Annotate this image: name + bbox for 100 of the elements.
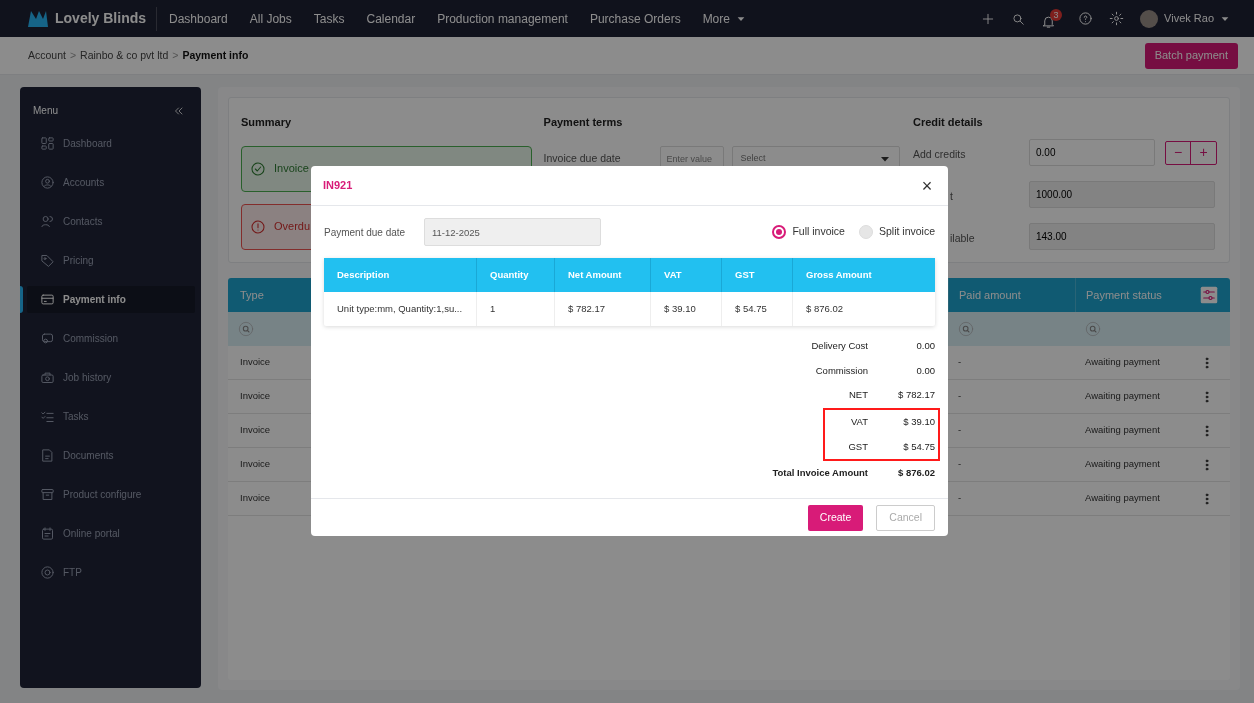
total-label: Commission bbox=[814, 363, 868, 378]
column-header: Type bbox=[239, 287, 265, 303]
sidebar-item[interactable]: Accounts bbox=[27, 169, 195, 196]
calendar-icon bbox=[40, 526, 55, 541]
checklist-icon bbox=[40, 409, 55, 424]
breadcrumb-link[interactable]: Rainbo & co pvt ltd bbox=[80, 47, 169, 64]
radio-option[interactable]: Full invoice bbox=[772, 224, 845, 240]
cancel-button[interactable]: Cancel bbox=[876, 504, 935, 531]
sidebar-item[interactable]: Commission bbox=[27, 325, 195, 352]
table-cell-text: - bbox=[957, 423, 963, 438]
credit-input[interactable]: 1000.00 bbox=[1029, 181, 1215, 208]
check-circle-icon bbox=[250, 160, 266, 177]
nav-link[interactable]: All Jobs bbox=[249, 9, 292, 28]
table-cell-text: Awaiting payment bbox=[1084, 389, 1161, 404]
plus-button[interactable]: + bbox=[1191, 141, 1216, 164]
breadcrumb-link[interactable]: Account bbox=[28, 47, 66, 64]
table-cell-text: Awaiting payment bbox=[1084, 423, 1161, 438]
sidebar-item[interactable]: Product configure bbox=[27, 481, 195, 508]
bell-icon bbox=[1041, 13, 1057, 29]
nav-link[interactable]: Purchase Orders bbox=[589, 9, 681, 28]
breadcrumb-separator: > bbox=[69, 47, 77, 63]
filter-icon[interactable] bbox=[1200, 286, 1218, 304]
table-cell-text: Invoice bbox=[239, 389, 272, 404]
table-cell-text: Invoice bbox=[239, 423, 272, 438]
field-label: Invoice due date bbox=[543, 150, 622, 166]
total-value: $ 876.02 bbox=[897, 466, 935, 481]
close-button[interactable]: × bbox=[918, 176, 936, 195]
nav-link[interactable]: Production management bbox=[437, 9, 568, 28]
dialog-title: IN921 bbox=[323, 178, 353, 194]
date-input[interactable]: 11-12-2025 bbox=[424, 218, 601, 246]
minus-button[interactable]: − bbox=[1166, 141, 1191, 164]
credit-input[interactable]: 0.00 bbox=[1029, 139, 1155, 166]
table-cell-text: Unit type:mm, Quantity:1,su... bbox=[336, 301, 464, 316]
nav-link[interactable]: Dashboard bbox=[169, 9, 228, 28]
section-title: Credit details bbox=[913, 115, 984, 130]
sidebar-item[interactable]: Pricing bbox=[27, 247, 195, 274]
active-indicator bbox=[20, 286, 23, 313]
table-cell-text: Invoice bbox=[239, 457, 272, 472]
credit-input[interactable]: 143.00 bbox=[1029, 223, 1215, 250]
table-cell-text: Awaiting payment bbox=[1084, 457, 1161, 472]
column-header: Gross Amount bbox=[792, 258, 935, 292]
sidebar-item[interactable]: Online portal bbox=[27, 520, 195, 547]
nav-link[interactable]: Tasks bbox=[313, 9, 345, 28]
table-cell-text: Awaiting payment bbox=[1084, 355, 1161, 370]
brand-name[interactable]: Lovely Blinds bbox=[55, 8, 147, 29]
more-menu[interactable]: More bbox=[702, 9, 746, 28]
column-header: VAT bbox=[650, 258, 721, 292]
breadcrumb-current: Payment info bbox=[182, 47, 249, 63]
sidebar-item[interactable]: Job history bbox=[27, 364, 195, 391]
user-menu[interactable]: Vivek Rao bbox=[1140, 9, 1230, 28]
radio-button[interactable] bbox=[772, 225, 787, 239]
field-label: Add credits bbox=[913, 147, 966, 160]
sidebar-title: Menu bbox=[33, 104, 58, 118]
column-header: Description bbox=[336, 267, 391, 282]
table-cell-text: Invoice bbox=[239, 491, 272, 506]
total-label: VAT bbox=[849, 414, 868, 429]
target-icon bbox=[40, 565, 55, 580]
search-icon[interactable] bbox=[1011, 11, 1026, 26]
table-cell: $ 54.75 bbox=[721, 292, 792, 326]
table-cell-text: - bbox=[957, 457, 963, 472]
notification-button[interactable]: 3 bbox=[1041, 8, 1063, 29]
avatar bbox=[1140, 9, 1159, 28]
field-label: Payment due date bbox=[324, 225, 407, 240]
table-cell: $ 39.10 bbox=[650, 292, 721, 326]
notification-badge: 3 bbox=[1050, 8, 1063, 21]
breadcrumb-separator: > bbox=[172, 47, 179, 63]
table-cell-text: - bbox=[957, 491, 963, 506]
sidebar-item[interactable]: Tasks bbox=[27, 403, 195, 430]
sidebar-item[interactable]: Contacts bbox=[27, 208, 195, 235]
create-button[interactable]: Create bbox=[807, 504, 864, 531]
table-cell-text: Invoice bbox=[239, 355, 272, 370]
card-icon bbox=[40, 292, 55, 307]
table-cell-text: - bbox=[957, 389, 963, 404]
radio-option[interactable]: Split invoice bbox=[858, 224, 935, 240]
sidebar-item[interactable]: Documents bbox=[27, 442, 195, 469]
settings-icon[interactable] bbox=[1109, 11, 1125, 26]
batch-payment-button[interactable]: Batch payment bbox=[1144, 42, 1238, 69]
collapse-icon[interactable] bbox=[173, 104, 185, 117]
column-header: Net Amount bbox=[554, 258, 650, 292]
field-label: ilable bbox=[950, 231, 975, 244]
column-header: GST bbox=[721, 258, 792, 292]
field-label: t bbox=[950, 189, 953, 202]
sidebar-item[interactable]: Dashboard bbox=[27, 130, 195, 157]
archive-icon bbox=[40, 487, 55, 502]
total-value: $ 39.10 bbox=[902, 414, 935, 429]
document-icon bbox=[40, 448, 55, 463]
total-label: Total Invoice Amount bbox=[771, 466, 868, 481]
sidebar-item[interactable]: FTP bbox=[27, 559, 195, 586]
total-label: GST bbox=[847, 439, 868, 454]
total-value: 0.00 bbox=[915, 363, 935, 378]
total-value: $ 782.17 bbox=[897, 388, 935, 403]
total-label: Delivery Cost bbox=[810, 339, 868, 354]
help-icon[interactable] bbox=[1078, 11, 1094, 26]
section-title: Summary bbox=[241, 115, 293, 130]
table-cell-text: Awaiting payment bbox=[1084, 491, 1161, 506]
table-cell: $ 876.02 bbox=[792, 292, 935, 326]
camera-bag-icon bbox=[40, 370, 55, 385]
nav-link[interactable]: Calendar bbox=[366, 9, 416, 28]
alert-circle-icon bbox=[250, 218, 266, 235]
column-header: Quantity bbox=[476, 258, 554, 292]
